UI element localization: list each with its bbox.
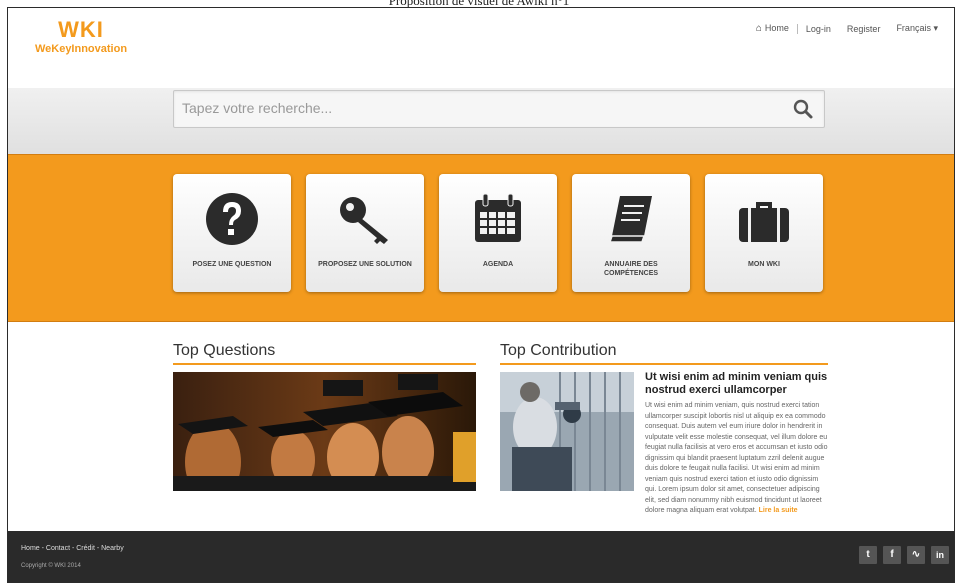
- chevron-down-icon: ▾: [933, 23, 938, 33]
- article-title[interactable]: Ut wisi enim ad minim veniam quis nostru…: [645, 371, 828, 397]
- site-logo[interactable]: WKI WeKeyInnovation: [22, 18, 140, 56]
- top-navigation: ⌂ Home Log-in Register Français ▾: [748, 23, 946, 34]
- site-footer: Home - Contact - Crédit - Nearby Copyrig…: [8, 531, 954, 582]
- twitter-icon[interactable]: t: [859, 546, 877, 564]
- contribution-photo[interactable]: [500, 372, 634, 491]
- facebook-icon[interactable]: f: [883, 546, 901, 564]
- tile-agenda[interactable]: AGENDA: [439, 174, 557, 292]
- nav-register-link[interactable]: Register: [839, 24, 889, 34]
- section-title-top-questions: Top Questions: [173, 342, 276, 359]
- search-input[interactable]: Tapez votre recherche...: [173, 90, 825, 128]
- logo-wordmark: WKI: [58, 17, 104, 42]
- tile-label: MON WKI: [748, 261, 780, 268]
- language-label: Français: [896, 23, 931, 33]
- section-rule: [173, 363, 476, 365]
- rss-icon[interactable]: ∿: [907, 546, 925, 564]
- browser-frame: WKI WeKeyInnovation ⌂ Home Log-in Registe…: [7, 7, 955, 583]
- tile-skills-directory[interactable]: ANNUAIRE DES COMPÉTENCES: [572, 174, 690, 292]
- tile-label: ANNUAIRE DES COMPÉTENCES: [603, 261, 659, 277]
- article-body: Ut wisi enim ad minim veniam, quis nostr…: [645, 402, 828, 514]
- section-title-top-contribution: Top Contribution: [500, 342, 617, 359]
- nav-home-link[interactable]: ⌂ Home: [748, 23, 797, 34]
- read-more-link[interactable]: Lire la suite: [759, 507, 798, 514]
- tile-label: PROPOSEZ UNE SOLUTION: [318, 261, 412, 268]
- calendar-icon: [475, 193, 521, 242]
- linkedin-icon[interactable]: in: [931, 546, 949, 564]
- tile-label: AGENDA: [482, 261, 514, 268]
- language-select[interactable]: Français ▾: [888, 23, 946, 34]
- tile-propose-solution[interactable]: PROPOSEZ UNE SOLUTION: [306, 174, 424, 292]
- question-icon: [206, 193, 258, 245]
- footer-copyright: Copyright © WKI 2014: [21, 563, 81, 569]
- home-icon: ⌂: [755, 23, 762, 34]
- nav-home-label: Home: [764, 23, 789, 33]
- site-header: WKI WeKeyInnovation ⌂ Home Log-in Registe…: [8, 8, 954, 88]
- section-rule: [500, 363, 828, 365]
- search-placeholder: Tapez votre recherche...: [182, 100, 333, 116]
- article-excerpt: Ut wisi enim ad minim veniam, quis nostr…: [645, 401, 828, 517]
- search-icon[interactable]: [792, 98, 814, 120]
- footer-links[interactable]: Home - Contact - Crédit - Nearby: [21, 545, 124, 552]
- nav-login-link[interactable]: Log-in: [798, 24, 839, 34]
- tile-label: POSEZ UNE QUESTION: [192, 261, 272, 268]
- key-icon: [340, 197, 388, 244]
- book-icon: [608, 196, 652, 243]
- logo-tagline: WeKeyInnovation: [34, 43, 128, 55]
- tile-ask-question[interactable]: POSEZ UNE QUESTION: [173, 174, 291, 292]
- graduates-photo[interactable]: [173, 372, 476, 491]
- briefcase-icon: [739, 202, 789, 242]
- tile-my-wki[interactable]: MON WKI: [705, 174, 823, 292]
